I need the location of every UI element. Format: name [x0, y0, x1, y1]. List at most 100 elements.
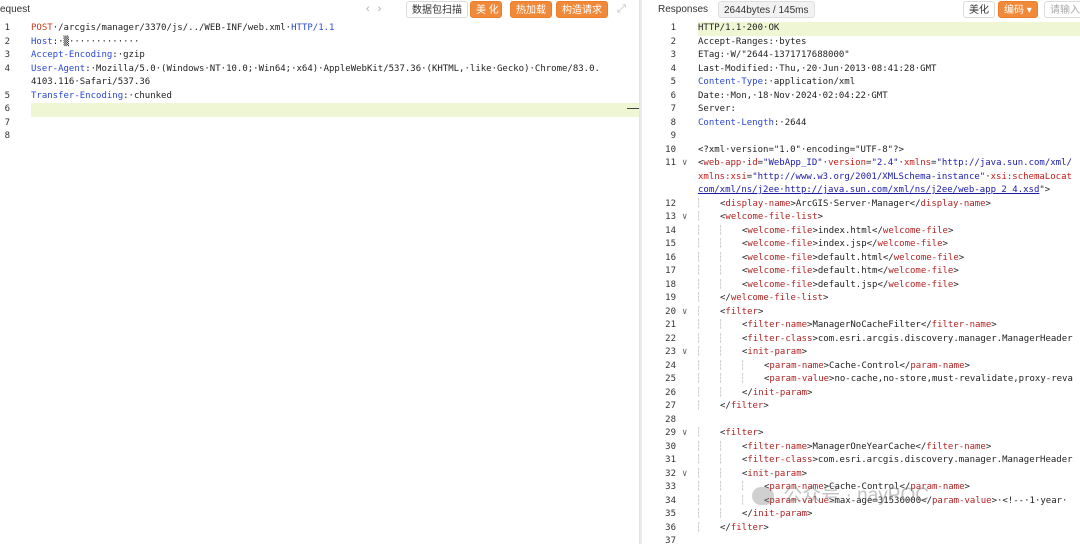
code-token: param-name [910, 360, 965, 371]
code-line: 4 Last-Modified:·Thu,·20·Jun·2013·08:41:2… [642, 63, 1080, 77]
code-text: <welcome-file>default.html</welcome-file… [742, 252, 964, 266]
code-text: </filter> [720, 522, 769, 536]
code-token: ETag:·W/"2644-1371717688000" [698, 50, 850, 60]
code-line: 29 ∨ ┆ <filter> [642, 427, 1080, 441]
line-number: 1 [4, 23, 10, 33]
prev-arrow-icon[interactable]: ‹ [366, 3, 370, 15]
code-token: com/xml/ns/j2ee·http://java.sun.com/xml/… [698, 185, 1040, 195]
code-token: filter [730, 522, 764, 533]
code-line: 17 ┆ ┆ <welcome-file>default.htm</welcome-f… [642, 265, 1080, 279]
indent-guide: ┆ [718, 468, 724, 479]
code-token: </ [720, 401, 731, 411]
encoding-dropdown[interactable]: 编码 ▾ [998, 1, 1038, 18]
indent-guide: ┆ [718, 279, 724, 290]
indent-guide: ┆ [718, 347, 724, 357]
code-token: >ManagerOneYearCache</ [807, 441, 927, 452]
code-token: :·gzip [112, 50, 145, 60]
hot-load-button[interactable]: 热加载 [510, 1, 552, 18]
code-token: > [801, 347, 808, 357]
code-text: <filter-class>com.esri.arcgis.discovery.… [742, 333, 1073, 347]
indent-guide: ┆ [718, 495, 724, 506]
code-line: 7 [0, 117, 639, 131]
code-token: </ [720, 522, 731, 533]
code-token: filter [730, 401, 764, 411]
code-token: Server: [698, 104, 736, 114]
code-line: 8 Content-Length:·2644 [642, 117, 1080, 131]
next-arrow-icon[interactable]: › [378, 3, 382, 15]
line-number: 8 [670, 117, 676, 128]
code-text: Last-Modified:·Thu,·20·Jun·2013·08:41:28… [698, 63, 936, 77]
code-line: 28 [642, 414, 1080, 428]
code-line: xmlns:xsi="http://www.w3.org/2001/XMLSch… [642, 171, 1080, 185]
code-text: Transfer-Encoding:·chunked [31, 90, 172, 104]
code-token: > [757, 306, 764, 317]
code-text: <param-value>no-cache,no-store,must-reva… [764, 373, 1073, 387]
beautify-response-button[interactable]: 美化 [963, 1, 995, 18]
code-text: HTTP/1.1·200·OK [698, 22, 779, 36]
code-token: filter-name [931, 320, 992, 330]
response-search-input[interactable]: 请输入 [1044, 1, 1080, 18]
response-viewer[interactable]: 1 HTTP/1.1·200·OK 2 Accept-Ranges:·bytes 3 ET… [642, 22, 1080, 544]
code-line: 31 ┆ ┆ <filter-class>com.esri.arcgis.discov… [642, 454, 1080, 468]
line-number: 7 [670, 104, 676, 114]
code-line: 27 ┆ </filter> [642, 400, 1080, 414]
line-number: 5 [670, 77, 676, 87]
build-request-button[interactable]: 构造请求 [556, 1, 608, 18]
code-text: <?xml·version="1.0"·encoding="UTF-8"?> [698, 144, 904, 158]
code-line: 26 ┆ ┆ </init-param> [642, 387, 1080, 401]
code-token: > [953, 279, 959, 290]
code-token: > [953, 266, 959, 276]
code-token: welcome-file-list [725, 212, 818, 222]
line-number: 8 [4, 131, 10, 141]
code-token: filter-class [747, 333, 813, 344]
indent-guide: ┆ [718, 252, 724, 263]
code-token: :·2644 [773, 117, 807, 128]
code-token: > [958, 252, 965, 263]
fold-toggle-icon[interactable]: ∨ [682, 157, 687, 171]
watermark-text: 公众号 · nayPOC [783, 485, 929, 506]
code-text: <filter-name>ManagerNoCacheFilter</filte… [742, 319, 997, 333]
code-token: </ [742, 387, 753, 398]
line-number: 18 [665, 279, 676, 290]
code-token: >ManagerNoCacheFilter</ [807, 320, 932, 330]
indent-guide: ┆ [718, 266, 724, 276]
code-line: 4103.116·Safari/537.36 [0, 76, 639, 90]
line-number: 24 [665, 360, 676, 371]
indent-guide: ┆ [696, 428, 702, 438]
code-line: 8 [0, 130, 639, 144]
code-token: web-app [703, 158, 742, 168]
fold-toggle-icon[interactable]: ∨ [682, 211, 687, 225]
code-token: > [817, 212, 823, 222]
code-token: ·/arcgis/manager/3370/js/../WEB-INF/web.… [52, 23, 292, 33]
code-text: Date:·Mon,·18·Nov·2024·02:04:22·GMT [698, 90, 888, 104]
expand-icon[interactable]: ⤢ [617, 3, 626, 16]
code-token: xmlns [903, 158, 932, 168]
indent-guide: ┆ [696, 306, 702, 317]
fold-toggle-icon[interactable]: ∨ [682, 468, 687, 482]
code-line: 21 ┆ ┆ <filter-name>ManagerNoCacheFilter</f… [642, 319, 1080, 333]
code-token: > [807, 509, 813, 519]
indent-guide: ┆ [696, 482, 702, 492]
code-token: Accept-Ranges:·bytes [698, 36, 807, 47]
code-token: > [822, 293, 829, 303]
packet-scan-button[interactable]: 数据包扫描 [406, 1, 468, 18]
code-token: version [828, 158, 867, 168]
code-token: welcome-file [747, 239, 813, 249]
line-number: 31 [665, 455, 676, 465]
beautify-request-button[interactable]: 美 化 [470, 1, 502, 18]
code-text: <display-name>ArcGIS·Server·Manager</dis… [720, 198, 991, 212]
fold-toggle-icon[interactable]: ∨ [682, 346, 687, 360]
fold-toggle-icon[interactable]: ∨ [682, 427, 687, 441]
code-token: welcome-file [893, 252, 959, 263]
indent-guide: ┆ [696, 225, 702, 236]
request-editor[interactable]: 1 POST·/arcgis/manager/3370/js/../WEB-INF… [0, 22, 639, 144]
fold-toggle-icon[interactable]: ∨ [682, 306, 687, 320]
indent-guide: ┆ [696, 455, 702, 465]
line-number: 37 [665, 536, 676, 544]
indent-guide: ┆ [740, 374, 746, 384]
line-number: 19 [665, 293, 676, 303]
line-number: 35 [665, 509, 676, 519]
line-number: 36 [665, 522, 676, 533]
indent-guide: ┆ [718, 374, 724, 384]
line-number: 14 [665, 225, 676, 236]
